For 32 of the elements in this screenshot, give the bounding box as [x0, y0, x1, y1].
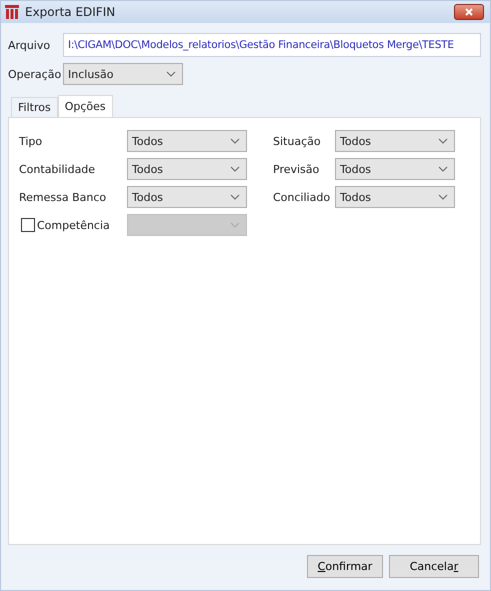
option-label: Situação [273, 134, 322, 148]
close-button[interactable] [454, 4, 484, 20]
chevron-icon [438, 194, 448, 200]
tab[interactable]: Filtros [11, 97, 58, 117]
option-label: Previsão [273, 162, 320, 176]
file-path-field[interactable]: I:\CIGAM\DOC\Modelos_relatorios\Gestão Financeira\Bloquetos Merge\TESTE [63, 33, 481, 57]
option-label: Contabilidade [19, 162, 96, 176]
option-dropdown[interactable]: Todos [335, 186, 455, 208]
checkbox-label: Competência [37, 218, 110, 232]
option-label: Conciliado [273, 190, 332, 204]
chevron-icon [230, 138, 240, 144]
option-label: Tipo [19, 134, 44, 148]
close-icon [464, 7, 474, 17]
app-logo-icon [5, 5, 19, 19]
option-dropdown[interactable]: Todos [335, 158, 455, 180]
chevron-icon [438, 166, 448, 172]
cancel-button[interactable]: Cancelar [389, 555, 479, 578]
confirm-button[interactable]: Confirmar [307, 555, 383, 578]
tab[interactable]: Opções [58, 95, 113, 117]
chevron-icon [166, 71, 176, 77]
option-dropdown[interactable]: Todos [127, 186, 247, 208]
field-label: Arquivo [8, 38, 52, 52]
option-dropdown[interactable]: Todos [335, 130, 455, 152]
chevron-icon [230, 194, 240, 200]
chevron-icon [438, 138, 448, 144]
chevron-icon [230, 166, 240, 172]
option-label: Remessa Banco [19, 190, 108, 204]
window-title: Exporta EDIFIN [25, 5, 116, 19]
operation-dropdown[interactable]: Inclusão [63, 63, 183, 85]
option-dropdown[interactable]: Todos [127, 130, 247, 152]
option-dropdown[interactable]: Todos [127, 158, 247, 180]
chevron-icon [230, 222, 240, 228]
